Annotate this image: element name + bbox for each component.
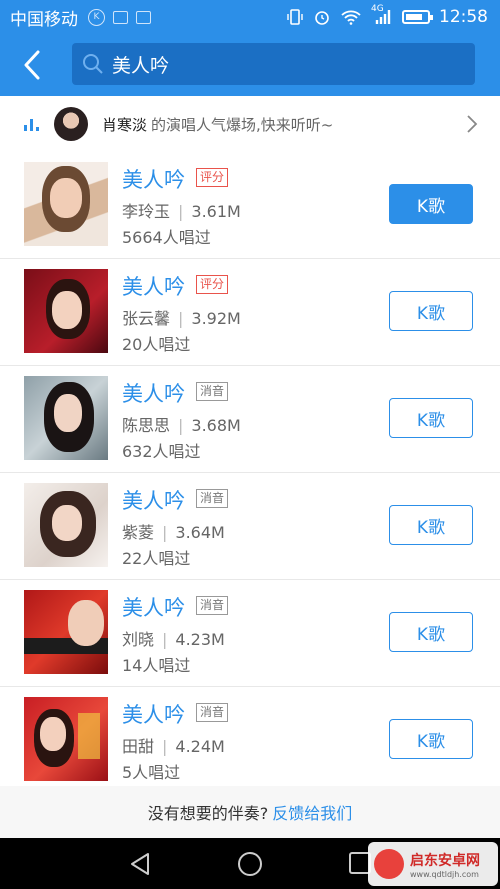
song-title[interactable]: 美人吟 [122, 378, 185, 408]
song-title[interactable]: 美人吟 [122, 271, 185, 301]
album-cover [24, 483, 108, 567]
sing-count: 5人唱过 [122, 763, 181, 782]
song-row[interactable]: 美人吟 消音 田甜 | 4.24M 5人唱过 K歌 [0, 687, 500, 794]
banner-text: 的演唱人气爆场,快来听听~ [151, 115, 334, 134]
feedback-link[interactable]: 反馈给我们 [272, 800, 352, 824]
karaoke-button[interactable]: K歌 [389, 398, 473, 438]
k-app-icon: K [88, 8, 105, 26]
watermark-url: www.qdtldjh.com [410, 869, 479, 879]
song-title[interactable]: 美人吟 [122, 592, 185, 622]
singer-name: 田甜 [122, 737, 155, 756]
battery-icon [402, 10, 433, 24]
sing-count: 5664人唱过 [122, 228, 211, 247]
watermark-logo [374, 849, 404, 879]
search-header: 美人吟 [0, 34, 500, 96]
song-title[interactable]: 美人吟 [122, 699, 185, 729]
singer-name: 刘晓 [122, 630, 155, 649]
home-nav-icon[interactable] [237, 851, 263, 877]
sing-count: 20人唱过 [122, 335, 191, 354]
singer-name: 张云馨 [122, 309, 171, 328]
album-cover [24, 376, 108, 460]
file-size: 4.23M [175, 630, 225, 649]
sing-count: 14人唱过 [122, 656, 191, 675]
singer-name: 陈思思 [122, 416, 171, 435]
song-list: 美人吟 评分 李玲玉 | 3.61M 5664人唱过 K歌 美人吟 评分 张云馨 | 3… [0, 152, 500, 794]
site-watermark: 启东安卓网 www.qdtldjh.com [368, 842, 498, 886]
song-title[interactable]: 美人吟 [122, 164, 185, 194]
song-row[interactable]: 美人吟 评分 张云馨 | 3.92M 20人唱过 K歌 [0, 259, 500, 366]
vocal-removed-tag: 消音 [196, 596, 229, 615]
back-icon[interactable] [18, 48, 48, 82]
song-row[interactable]: 美人吟 消音 陈思思 | 3.68M 632人唱过 K歌 [0, 366, 500, 473]
vocal-removed-tag: 消音 [196, 489, 229, 508]
signal-icon: 4G [371, 4, 393, 26]
equalizer-icon [24, 117, 39, 131]
battery-fill [406, 14, 423, 20]
search-input[interactable]: 美人吟 [72, 43, 475, 85]
artist-banner[interactable]: 肖寒淡 的演唱人气爆场,快来听听~ [0, 96, 500, 153]
album-cover [24, 697, 108, 781]
karaoke-button[interactable]: K歌 [389, 184, 473, 224]
notification-icon [113, 10, 128, 24]
alarm-icon [315, 11, 329, 25]
singer-name: 紫菱 [122, 523, 155, 542]
vibrate-icon [287, 9, 303, 25]
vocal-removed-tag: 消音 [196, 703, 229, 722]
sing-count: 22人唱过 [122, 549, 191, 568]
file-size: 4.24M [175, 737, 225, 756]
file-size: 3.61M [191, 202, 241, 221]
singer-name: 李玲玉 [122, 202, 171, 221]
album-cover [24, 269, 108, 353]
artist-name: 肖寒淡 [102, 115, 148, 134]
clock: 12:58 [439, 7, 488, 27]
file-size: 3.68M [191, 416, 241, 435]
file-size: 3.64M [175, 523, 225, 542]
search-icon [83, 54, 103, 74]
karaoke-button[interactable]: K歌 [389, 505, 473, 545]
artist-avatar [54, 107, 88, 141]
chevron-right-icon[interactable] [466, 114, 478, 134]
song-row[interactable]: 美人吟 消音 紫菱 | 3.64M 22人唱过 K歌 [0, 473, 500, 580]
carrier-name: 中国移动 [10, 9, 78, 30]
feedback-question: 没有想要的伴奏? [147, 804, 269, 823]
karaoke-button[interactable]: K歌 [389, 719, 473, 759]
watermark-name: 启东安卓网 [410, 852, 480, 869]
score-tag: 评分 [196, 168, 229, 187]
album-cover [24, 162, 108, 246]
vocal-removed-tag: 消音 [196, 382, 229, 401]
song-row[interactable]: 美人吟 评分 李玲玉 | 3.61M 5664人唱过 K歌 [0, 152, 500, 259]
song-title[interactable]: 美人吟 [122, 485, 185, 515]
wifi-icon [341, 10, 361, 25]
karaoke-button[interactable]: K歌 [389, 612, 473, 652]
album-cover [24, 590, 108, 674]
song-row[interactable]: 美人吟 消音 刘晓 | 4.23M 14人唱过 K歌 [0, 580, 500, 687]
image-icon [136, 10, 151, 24]
search-query[interactable]: 美人吟 [112, 51, 169, 78]
karaoke-button[interactable]: K歌 [389, 291, 473, 331]
file-size: 3.92M [191, 309, 241, 328]
sing-count: 632人唱过 [122, 442, 201, 461]
back-nav-icon[interactable] [128, 851, 152, 877]
status-bar: 中国移动 K 4G 12:58 [0, 0, 500, 34]
feedback-bar: 没有想要的伴奏? 反馈给我们 [0, 786, 500, 838]
score-tag: 评分 [196, 275, 229, 294]
